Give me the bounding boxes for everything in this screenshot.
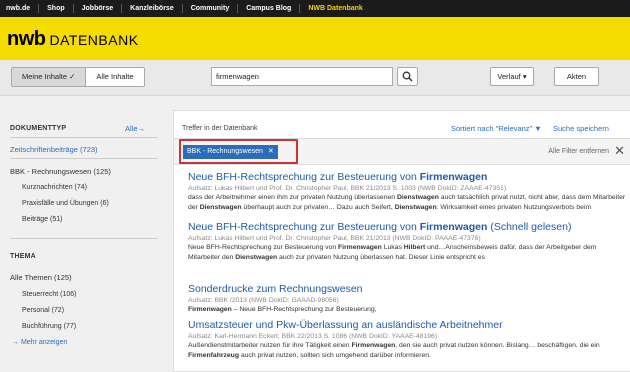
snippet-highlight: Firmenwagen [188, 306, 232, 313]
search-result: Sonderdrucke zum Rechnungswesen Aufsatz: … [188, 283, 628, 315]
search-button[interactable] [397, 67, 418, 86]
snippet-text: , den sie auch privat nutzen können. Bis… [395, 342, 600, 349]
snippet-highlight: Firmenfahrzeug [188, 352, 239, 359]
snippet-highlight: Dienstwagen [199, 204, 242, 211]
divider [10, 158, 158, 159]
facet-bookkeeping[interactable]: Buchführung (77) [22, 323, 76, 330]
result-title-text: Neue BFH-Rechtsprechung zur Besteuerung … [188, 221, 420, 233]
show-more-link[interactable]: → Mehr anzeigen [12, 339, 67, 346]
history-label: Verlauf [497, 72, 521, 81]
search-icon [402, 71, 413, 82]
nav-item-kanzlei[interactable]: Kanzleibörse [122, 4, 183, 13]
close-icon[interactable]: ✕ [268, 145, 274, 159]
snippet-highlight: Firmenwagen [351, 342, 396, 349]
logo-nwb-text: nwb [7, 28, 46, 50]
facet-cases[interactable]: Praxisfälle und Übungen (6) [22, 200, 109, 207]
snippet-text: – Neue BFH-Rechtsprechung zur Besteuerun… [231, 306, 377, 313]
result-meta: Aufsatz: Lukas Hilbert und Prof. Dr. Chr… [188, 185, 507, 192]
result-snippet: Firmenwagen – Neue BFH-Rechtsprechung zu… [188, 305, 628, 315]
sort-label: Sortiert nach "Relevanz" [451, 124, 533, 133]
save-search-link[interactable]: Suche speichern [553, 124, 609, 133]
result-title-link[interactable]: Neue BFH-Rechtsprechung zur Besteuerung … [188, 171, 628, 184]
result-meta: Aufsatz: BBK /2013 (NWB DokID: GAAAD-980… [188, 297, 339, 304]
show-more-label: Mehr anzeigen [20, 339, 68, 346]
result-meta: Aufsatz: Karl-Hermann Eckert, BBK 22/201… [188, 333, 438, 340]
snippet-text: Neue BFH-Rechtsprechung zur Besteuerung … [188, 244, 338, 251]
all-content-button[interactable]: Alle Inhalte [86, 68, 144, 86]
all-doctypes-link[interactable]: Alle→ [125, 124, 145, 133]
nav-item-community[interactable]: Community [183, 4, 239, 13]
arrow-right-icon: → [12, 339, 19, 346]
snippet-highlight: Dienstwagen [396, 194, 439, 201]
arrow-right-icon: → [137, 124, 146, 133]
result-title-text: Sonderdrucke zum Rechnungswesen [188, 283, 363, 295]
facet-articles[interactable]: Beiträge (51) [22, 216, 62, 223]
clear-filters-link[interactable]: Alle Filter entfernen [548, 148, 609, 155]
result-title-link[interactable]: Umsatzsteuer und Pkw-Überlassung an ausl… [188, 319, 628, 332]
snippet-text: auch privat nutzen, sollten sich umgehen… [238, 352, 431, 359]
history-dropdown[interactable]: Verlauf ▾ [490, 67, 534, 86]
result-title-link[interactable]: Neue BFH-Rechtsprechung zur Besteuerung … [188, 221, 628, 234]
search-result: Neue BFH-Rechtsprechung zur Besteuerung … [188, 221, 628, 263]
snippet-highlight: Dienstwagen [394, 204, 437, 211]
search-result: Neue BFH-Rechtsprechung zur Besteuerung … [188, 171, 628, 213]
facet-tax-law[interactable]: Steuerrecht (106) [22, 291, 76, 298]
snippet-text: Außendienstmitarbeiter nutzen für ihre T… [188, 342, 352, 349]
results-panel: Treffer in der Datenbank Sortiert nach "… [173, 110, 630, 372]
nav-item-shop[interactable]: Shop [39, 4, 74, 13]
snippet-text: dass der Arbeitnehmer einen ihm zur priv… [188, 194, 397, 201]
snippet-text: auch zur privaten Nutzung überlassen hat… [277, 254, 485, 261]
search-input[interactable] [211, 67, 393, 86]
files-button[interactable]: Akten [554, 67, 599, 86]
all-doctypes-label: Alle [125, 124, 138, 133]
triangle-down-icon: ▼ [534, 124, 542, 133]
result-snippet: Außendienstmitarbeiter nutzen für ihre T… [188, 341, 628, 361]
facet-personnel[interactable]: Personal (72) [22, 307, 64, 314]
facet-short-news[interactable]: Kurznachrichten (74) [22, 184, 87, 191]
result-meta: Aufsatz: Lukas Hilbert und Prof. Dr. Chr… [188, 235, 481, 242]
filter-chip-label: BBK - Rechnungswesen [187, 148, 263, 155]
search-result: Umsatzsteuer und Pkw-Überlassung an ausl… [188, 319, 628, 361]
facet-all-topics[interactable]: Alle Themen (125) [10, 273, 72, 282]
content-scope-toggle: Meine Inhalte ✓ Alle Inhalte [11, 67, 145, 87]
facet-bbk[interactable]: BBK - Rechnungswesen (125) [10, 167, 111, 176]
result-title-suffix: (Schnell gelesen) [487, 221, 572, 233]
result-title-text: Neue BFH-Rechtsprechung zur Besteuerung … [188, 171, 420, 183]
snippet-highlight: Firmenwagen [338, 244, 382, 251]
facet-journals[interactable]: Zeitschriftenbeiträge (723) [10, 145, 98, 154]
header-banner: nwb DATENBANK [0, 17, 630, 60]
my-content-button[interactable]: Meine Inhalte ✓ [12, 68, 87, 86]
topic-heading: THEMA [10, 253, 36, 260]
snippet-highlight: Hilbert [403, 244, 426, 251]
clear-filters-icon[interactable]: ✕ [614, 143, 625, 159]
snippet-text: : Wirksamkeit eines privaten Nutzungsver… [436, 204, 592, 211]
active-filters-bar: BBK - Rechnungswesen ✕ Alle Filter entfe… [174, 139, 630, 165]
divider [10, 238, 158, 239]
nav-item-nwb[interactable]: nwb.de [2, 4, 40, 13]
results-heading: Treffer in der Datenbank [182, 125, 258, 132]
snippet-text: Lukas [381, 244, 404, 251]
search-toolbar: Meine Inhalte ✓ Alle Inhalte Verlauf ▾ A… [0, 60, 630, 96]
nav-item-campus-blog[interactable]: Campus Blog [238, 4, 301, 13]
nav-item-datenbank[interactable]: NWB Datenbank [300, 4, 370, 13]
nwb-logo[interactable]: nwb DATENBANK [7, 28, 139, 51]
result-title-text: Umsatzsteuer und Pkw-Überlassung an ausl… [188, 319, 503, 331]
chevron-down-icon: ▾ [522, 72, 527, 81]
result-snippet: dass der Arbeitnehmer einen ihm zur priv… [188, 193, 628, 213]
result-title-highlight: Firmenwagen [419, 171, 488, 183]
result-title-link[interactable]: Sonderdrucke zum Rechnungswesen [188, 283, 628, 296]
snippet-highlight: Dienstwagen [235, 254, 278, 261]
filter-chip[interactable]: BBK - Rechnungswesen ✕ [183, 145, 278, 159]
snippet-text: überhaupt auch zur privaten… Dazu auch S… [241, 204, 395, 211]
top-navigation: nwb.de Shop Jobbörse Kanzleibörse Commun… [0, 0, 630, 17]
divider [10, 137, 158, 138]
nav-item-jobs[interactable]: Jobbörse [74, 4, 123, 13]
sort-dropdown[interactable]: Sortiert nach "Relevanz" ▼ [451, 124, 542, 133]
doctype-heading: DOKUMENTTYP [10, 125, 67, 132]
result-title-highlight: Firmenwagen [419, 221, 488, 233]
result-snippet: Neue BFH-Rechtsprechung zur Besteuerung … [188, 243, 628, 263]
logo-datenbank-text: DATENBANK [49, 32, 139, 48]
